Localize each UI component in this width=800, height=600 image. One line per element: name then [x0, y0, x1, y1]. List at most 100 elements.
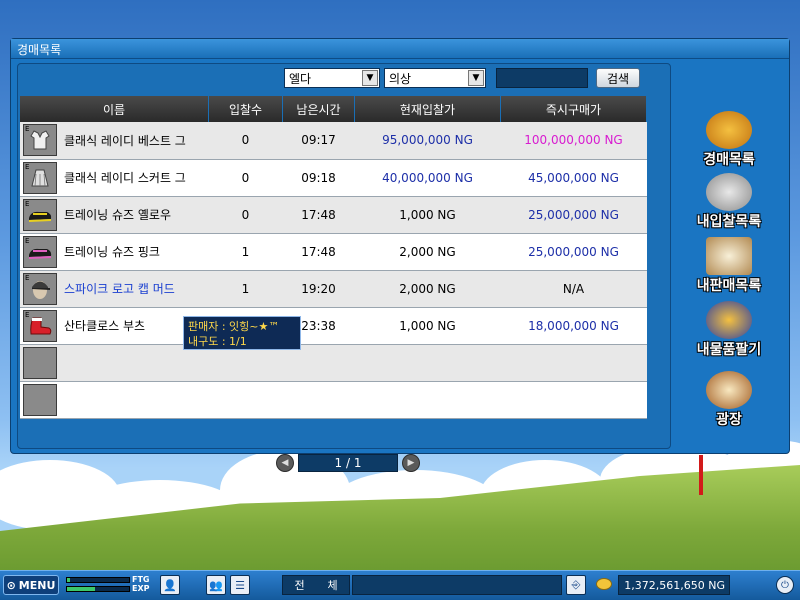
item-time: 17:48	[282, 233, 355, 271]
column-header-time[interactable]: 남은시간	[282, 96, 355, 122]
background-pole	[699, 455, 703, 495]
category-select-value: 의상	[389, 71, 412, 86]
clipboard-icon	[706, 237, 752, 275]
category-select[interactable]: 의상 ▼	[384, 68, 486, 88]
bottom-bar: ⊙ MENU FTG EXP 👤 👥 ☰ 전 체 ⎆ 1,372,561,650…	[0, 570, 800, 600]
status-bars: FTG EXP	[66, 575, 152, 595]
side-menu-label: 내입찰목록	[696, 214, 762, 230]
tooltip-durability: 내구도 : 1/1	[188, 335, 247, 348]
item-current-bid: 1,000 NG	[354, 196, 501, 234]
side-menu-label: 경매목록	[703, 152, 755, 168]
exp-bar	[66, 586, 130, 592]
table-row-empty	[20, 344, 647, 382]
region-select-value: 엘다	[289, 71, 312, 86]
item-current-bid: 1,000 NG	[354, 307, 501, 345]
side-menu-sell-item[interactable]: 내물품팔기	[679, 299, 779, 359]
item-bids: 1	[208, 233, 283, 271]
chevron-down-icon[interactable]: ▼	[362, 70, 378, 86]
page-indicator: 1 / 1	[298, 454, 398, 472]
ftg-label: FTG	[132, 575, 150, 584]
item-current-bid: 95,000,000 NG	[354, 122, 501, 160]
item-buyout: N/A	[500, 270, 647, 308]
empty-slot	[23, 383, 57, 416]
side-menu-my-bids[interactable]: 내입찰목록	[679, 171, 779, 231]
side-menu-label: 내판매목록	[696, 278, 762, 294]
side-menu-plaza[interactable]: 광장	[679, 369, 779, 429]
chat-mode-text-1: 전	[294, 579, 305, 592]
sell-icon	[706, 301, 752, 339]
table-row[interactable]: E 스파이크 로고 캡 머드 1 19:20 2,000 NG N/A	[20, 270, 647, 308]
exp-label: EXP	[132, 584, 150, 593]
item-time: 19:20	[282, 270, 355, 308]
side-menu-my-sales[interactable]: 내판매목록	[679, 235, 779, 295]
people-icon: 👥	[209, 578, 223, 592]
chat-input[interactable]	[352, 575, 562, 595]
chat-send-button[interactable]: ⎆	[566, 575, 586, 595]
community-button[interactable]: 👥	[206, 575, 226, 595]
item-buyout: 45,000,000 NG	[500, 159, 647, 197]
chevron-down-icon[interactable]: ▼	[468, 70, 484, 86]
column-header-name[interactable]: 이름	[20, 96, 209, 122]
item-bids: 0	[208, 122, 283, 160]
table-row[interactable]: E 산타클로스 부츠 23:38 1,000 NG 18,000,000 NG	[20, 307, 647, 345]
item-bids: 0	[208, 196, 283, 234]
money-display: 1,372,561,650 NG	[618, 575, 730, 595]
pager: ◀ 1 / 1 ▶	[276, 454, 420, 472]
cap-icon: E	[23, 272, 57, 305]
auction-panel: 엘다 ▼ 의상 ▼ 검색 이름 입찰수 남은시간 현재입찰가 즉시구매가 E 클…	[17, 63, 671, 472]
boots-icon: E	[23, 309, 57, 342]
send-icon: ⎆	[571, 578, 581, 591]
region-select[interactable]: 엘다 ▼	[284, 68, 380, 88]
window-title: 경매목록	[11, 39, 789, 59]
item-buyout: 25,000,000 NG	[500, 233, 647, 271]
menu-icon: ⊙	[6, 578, 16, 592]
auction-icon	[706, 111, 752, 149]
seller-tooltip: 판매자 : 잇힝~★™ 내구도 : 1/1	[183, 316, 301, 350]
table-header: 이름 입찰수 남은시간 현재입찰가 즉시구매가	[20, 96, 647, 122]
table-row[interactable]: E 클래식 레이디 스커트 그 0 09:18 40,000,000 NG 45…	[20, 159, 647, 197]
coin-icon	[596, 578, 612, 590]
table-row[interactable]: E 트레이닝 슈즈 핑크 1 17:48 2,000 NG 25,000,000…	[20, 233, 647, 271]
side-menu-auction-list[interactable]: 경매목록	[679, 109, 779, 169]
inventory-button[interactable]: ☰	[230, 575, 250, 595]
item-buyout: 18,000,000 NG	[500, 307, 647, 345]
exit-button[interactable]: ⏻	[776, 576, 794, 594]
side-menu-label: 광장	[716, 412, 742, 428]
next-page-button[interactable]: ▶	[402, 454, 420, 472]
side-menu-label: 내물품팔기	[696, 342, 762, 358]
menu-label: MENU	[18, 578, 56, 592]
filter-bar: 엘다 ▼ 의상 ▼ 검색	[284, 68, 641, 90]
item-bids: 0	[208, 159, 283, 197]
search-input[interactable]	[496, 68, 588, 88]
item-name: 클래식 레이디 베스트 그	[60, 122, 209, 160]
item-name: 클래식 레이디 스커트 그	[60, 159, 209, 197]
exit-icon: ⏻	[781, 579, 789, 591]
item-name: 트레이닝 슈즈 핑크	[60, 233, 209, 271]
column-header-buyout[interactable]: 즉시구매가	[500, 96, 647, 122]
vest-icon: E	[23, 124, 57, 157]
yellow-shoe-icon: E	[23, 198, 57, 231]
table-row[interactable]: E 클래식 레이디 베스트 그 0 09:17 95,000,000 NG 10…	[20, 122, 647, 160]
table-row[interactable]: E 트레이닝 슈즈 옐로우 0 17:48 1,000 NG 25,000,00…	[20, 196, 647, 234]
item-time: 09:18	[282, 159, 355, 197]
column-header-bids[interactable]: 입찰수	[208, 96, 283, 122]
chat-mode-select[interactable]: 전 체	[282, 575, 350, 595]
search-button[interactable]: 검색	[596, 68, 641, 88]
prev-page-button[interactable]: ◀	[276, 454, 294, 472]
skirt-icon: E	[23, 161, 57, 194]
item-current-bid: 40,000,000 NG	[354, 159, 501, 197]
ftg-bar	[66, 577, 130, 583]
auction-window: 경매목록 엘다 ▼ 의상 ▼ 검색 이름 입찰수 남은시간 현재입찰가 즉시구매…	[10, 38, 790, 472]
item-current-bid: 2,000 NG	[354, 233, 501, 271]
item-bids: 1	[208, 270, 283, 308]
character-button[interactable]: 👤	[160, 575, 180, 595]
column-header-current-bid[interactable]: 현재입찰가	[354, 96, 501, 122]
menu-button[interactable]: ⊙ MENU	[3, 575, 59, 595]
item-time: 09:17	[282, 122, 355, 160]
cart-icon	[706, 173, 752, 211]
table-row-empty	[20, 381, 647, 419]
person-icon: 👤	[163, 578, 177, 592]
pink-shoe-icon: E	[23, 235, 57, 268]
item-time: 17:48	[282, 196, 355, 234]
auction-table: 이름 입찰수 남은시간 현재입찰가 즉시구매가 E 클래식 레이디 베스트 그 …	[20, 96, 647, 419]
